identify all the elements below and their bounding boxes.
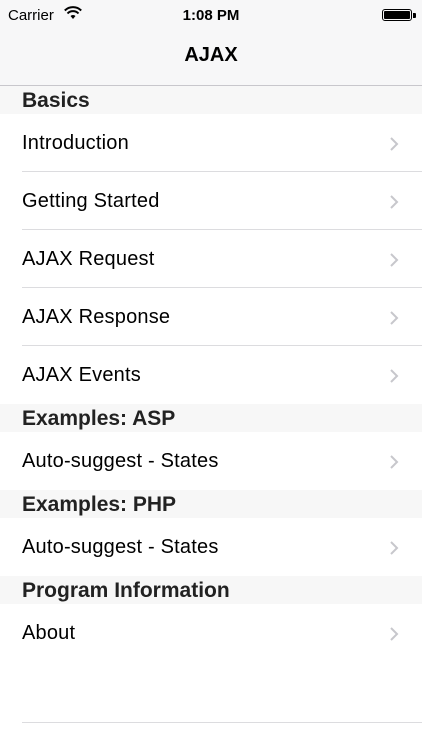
status-bar: Carrier 1:08 PM bbox=[0, 0, 422, 30]
row-label: About bbox=[22, 622, 76, 644]
table-view[interactable]: Basics Introduction Getting Started AJAX Re… bbox=[0, 86, 422, 662]
section-header: Examples: PHP bbox=[0, 490, 422, 518]
clock: 1:08 PM bbox=[182, 7, 240, 24]
table-row[interactable]: Introduction bbox=[0, 114, 422, 172]
page-title: AJAX bbox=[184, 44, 238, 66]
chevron-right-icon bbox=[390, 455, 399, 469]
row-label: AJAX Request bbox=[22, 248, 155, 270]
chevron-right-icon bbox=[390, 253, 399, 267]
table-row[interactable]: Getting Started bbox=[0, 172, 422, 230]
table-row[interactable]: AJAX Request bbox=[0, 230, 422, 288]
table-row[interactable]: Auto-suggest - States bbox=[0, 518, 422, 576]
row-label: AJAX Response bbox=[22, 306, 171, 328]
row-label: Auto-suggest - States bbox=[22, 536, 219, 558]
chevron-right-icon bbox=[390, 541, 399, 555]
section-header: Basics bbox=[0, 86, 422, 114]
chevron-right-icon bbox=[390, 137, 399, 151]
table-row[interactable]: Auto-suggest - States bbox=[0, 432, 422, 490]
chevron-right-icon bbox=[390, 195, 399, 209]
row-label: Introduction bbox=[22, 132, 129, 154]
row-label: Getting Started bbox=[22, 190, 160, 212]
chevron-right-icon bbox=[390, 369, 399, 383]
section-header: Program Information bbox=[0, 576, 422, 604]
battery-icon bbox=[382, 9, 412, 21]
table-row[interactable]: AJAX Response bbox=[0, 288, 422, 346]
table-row[interactable]: AJAX Events bbox=[0, 346, 422, 404]
table-row[interactable]: About bbox=[0, 604, 422, 662]
row-label: Auto-suggest - States bbox=[22, 450, 219, 472]
section-header: Examples: ASP bbox=[0, 404, 422, 432]
chevron-right-icon bbox=[390, 627, 399, 641]
battery-tip bbox=[413, 13, 416, 18]
row-label: AJAX Events bbox=[22, 364, 141, 386]
bottom-separator bbox=[22, 722, 422, 723]
chevron-right-icon bbox=[390, 311, 399, 325]
